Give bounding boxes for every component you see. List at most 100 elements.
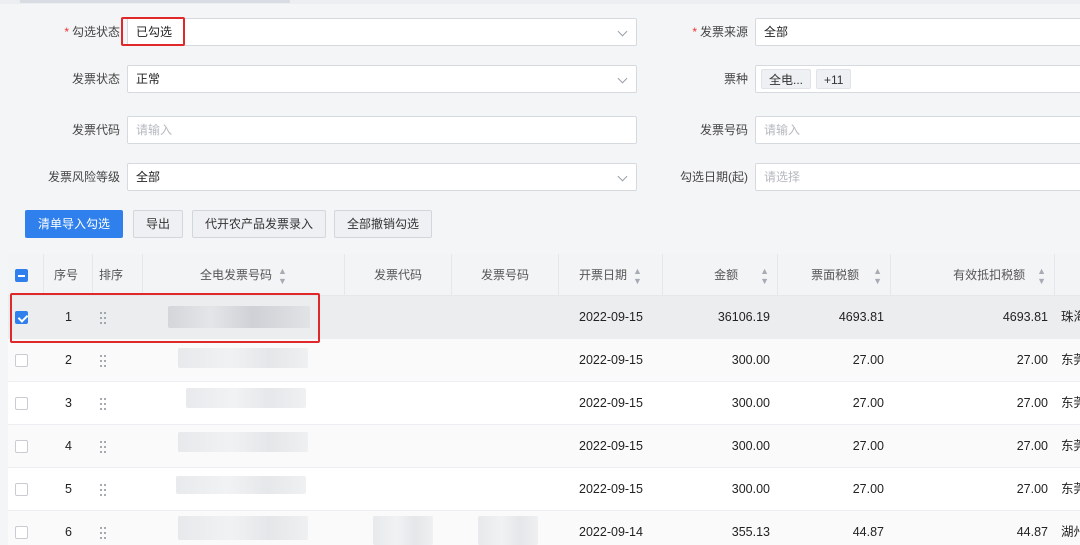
invoice-number-input[interactable]: 请输入 <box>755 116 1080 144</box>
row-date: 2022-09-15 <box>579 439 643 453</box>
invoice-number-placeholder: 请输入 <box>764 123 801 137</box>
header-valid-tax[interactable]: 有效抵扣税额 ▲ ▼ <box>891 254 1055 296</box>
drag-handle-icon[interactable] <box>100 441 108 453</box>
row-checkbox[interactable] <box>15 440 28 453</box>
invoice-status-value: 正常 <box>136 72 161 86</box>
check-status-label: * 勾选状态 <box>64 25 120 39</box>
row-seq: 6 <box>65 525 72 539</box>
row-tax: 27.00 <box>852 353 884 367</box>
row-tax: 27.00 <box>852 482 884 496</box>
table-row[interactable]: 5 2022-09-15 300.00 27.00 27.00 东莞 <box>8 468 1080 511</box>
row-tax: 44.87 <box>852 525 884 539</box>
row-amount: 300.00 <box>731 439 770 453</box>
form-row-3: 发票代码 请输入 发票号码 请输入 <box>0 116 1080 144</box>
export-button[interactable]: 导出 <box>133 210 184 238</box>
header-sort: 排序 <box>93 254 143 296</box>
row-seller-name: 东莞 <box>1061 482 1080 496</box>
redacted-invoice-number <box>178 432 308 452</box>
row-valid-tax: 27.00 <box>1016 396 1048 410</box>
invoice-code-input[interactable]: 请输入 <box>127 116 637 144</box>
row-checkbox[interactable] <box>15 354 28 367</box>
check-status-highlight <box>121 17 185 46</box>
cancel-all-check-button[interactable]: 全部撤销勾选 <box>334 210 433 238</box>
row-valid-tax: 27.00 <box>1016 353 1048 367</box>
sort-icon[interactable]: ▲ ▼ <box>873 266 882 286</box>
row-valid-tax: 44.87 <box>1016 525 1048 539</box>
row-date: 2022-09-15 <box>579 482 643 496</box>
row-tax: 27.00 <box>852 396 884 410</box>
row-valid-tax: 4693.81 <box>1002 310 1048 324</box>
row-seq: 3 <box>65 396 72 410</box>
row-checkbox[interactable] <box>15 483 28 496</box>
header-full-elec-no[interactable]: 全电发票号码 ▲ ▼ <box>143 254 345 296</box>
row-seq: 2 <box>65 353 72 367</box>
form-row-2: 发票状态 正常 票种 全电... +11 <box>0 65 1080 93</box>
invoice-number-label: 发票号码 <box>699 123 748 137</box>
row-amount: 355.13 <box>731 525 770 539</box>
row-date: 2022-09-14 <box>579 525 643 539</box>
sort-icon[interactable]: ▲ ▼ <box>760 266 769 286</box>
active-tab-indicator <box>20 0 290 3</box>
check-date-placeholder: 请选择 <box>764 170 801 184</box>
check-date-label: 勾选日期(起) <box>680 170 748 184</box>
sort-icon[interactable]: ▲ ▼ <box>278 266 287 286</box>
row-seller-name: 东莞 <box>1061 353 1080 367</box>
sort-icon[interactable]: ▲ ▼ <box>633 266 642 286</box>
row-seq: 4 <box>65 439 72 453</box>
agri-invoice-entry-button[interactable]: 代开农产品发票录入 <box>192 210 327 238</box>
header-select-cell <box>8 254 44 296</box>
invoice-type-label: 票种 <box>723 72 748 86</box>
row-date: 2022-09-15 <box>579 353 643 367</box>
row-seller-name: 东莞 <box>1061 439 1080 453</box>
risk-level-select[interactable]: 全部 <box>127 163 637 191</box>
invoice-code-placeholder: 请输入 <box>136 123 173 137</box>
invoice-status-select[interactable]: 正常 <box>127 65 637 93</box>
sort-icon[interactable]: ▲ ▼ <box>1037 266 1046 286</box>
invoice-type-tag[interactable]: 全电... <box>761 69 812 89</box>
drag-handle-icon[interactable] <box>100 355 108 367</box>
form-row-4: 发票风险等级 全部 勾选日期(起) 请选择 <box>0 163 1080 191</box>
row-amount: 300.00 <box>731 482 770 496</box>
row-amount: 300.00 <box>731 396 770 410</box>
table-row[interactable]: 2 2022-09-15 300.00 27.00 27.00 东莞 <box>8 339 1080 382</box>
risk-level-label: 发票风险等级 <box>47 170 120 184</box>
invoice-type-select[interactable]: 全电... +11 <box>755 65 1080 93</box>
row-seller-name: 湖州 <box>1061 525 1080 539</box>
table-row[interactable]: 3 2022-09-15 300.00 27.00 27.00 东莞 <box>8 382 1080 425</box>
header-invoice-number: 发票号码 <box>452 254 559 296</box>
row-date: 2022-09-15 <box>579 396 643 410</box>
redacted-invoice-number <box>178 516 308 540</box>
header-date[interactable]: 开票日期 ▲ ▼ <box>559 254 663 296</box>
row-seller-name: 珠海 <box>1061 310 1080 324</box>
chevron-down-icon <box>617 171 628 182</box>
invoice-type-more-tag[interactable]: +11 <box>816 69 852 89</box>
check-date-picker[interactable]: 请选择 <box>755 163 1080 191</box>
check-status-select[interactable]: 已勾选 <box>127 18 637 46</box>
row-checkbox[interactable] <box>15 397 28 410</box>
top-tab-strip <box>0 0 1080 4</box>
redacted-invoice-number <box>178 348 308 368</box>
header-amount[interactable]: 金额 ▲ ▼ <box>663 254 778 296</box>
header-tax[interactable]: 票面税额 ▲ ▼ <box>778 254 891 296</box>
row-tax: 27.00 <box>852 439 884 453</box>
row-date: 2022-09-15 <box>579 310 643 324</box>
import-check-button[interactable]: 清单导入勾选 <box>25 210 124 238</box>
row-valid-tax: 27.00 <box>1016 482 1048 496</box>
redacted-invoice-number <box>478 516 538 545</box>
drag-handle-icon[interactable] <box>100 527 108 539</box>
table-row[interactable]: 6 2022-09-14 355.13 44.87 44.87 湖州 <box>8 511 1080 545</box>
selected-row-highlight <box>10 293 320 343</box>
invoice-code-label: 发票代码 <box>71 123 120 137</box>
table-row[interactable]: 4 2022-09-15 300.00 27.00 27.00 东莞 <box>8 425 1080 468</box>
select-all-checkbox[interactable] <box>15 269 28 282</box>
drag-handle-icon[interactable] <box>100 398 108 410</box>
row-checkbox[interactable] <box>15 526 28 539</box>
header-invoice-code: 发票代码 <box>345 254 452 296</box>
row-tax: 4693.81 <box>838 310 884 324</box>
row-seller-name: 东莞 <box>1061 396 1080 410</box>
redacted-invoice-number <box>176 476 306 494</box>
redacted-invoice-number <box>373 516 433 545</box>
invoice-source-select[interactable]: 全部 <box>755 18 1080 46</box>
drag-handle-icon[interactable] <box>100 484 108 496</box>
header-overflow-cell <box>1055 254 1080 296</box>
